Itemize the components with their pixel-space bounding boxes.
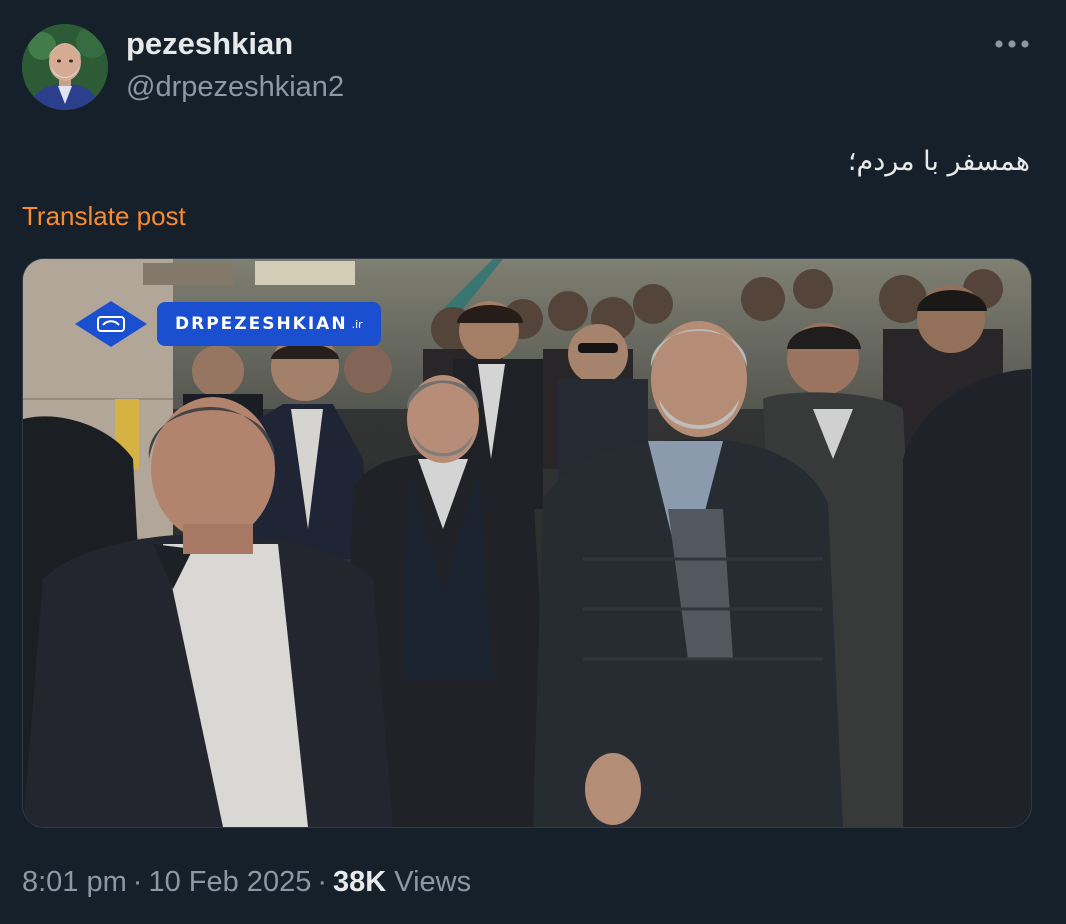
display-name[interactable]: pezeshkian: [126, 26, 293, 62]
translate-post-link[interactable]: Translate post: [22, 200, 186, 232]
more-options-button[interactable]: [984, 24, 1040, 64]
views-label: Views: [394, 866, 472, 898]
more-dots-icon: [995, 40, 1029, 48]
post-meta: 8:01 pm · 10 Feb 2025 · 38K Views: [22, 864, 471, 900]
post-time[interactable]: 8:01 pm: [22, 866, 127, 898]
profile-photo-icon: [22, 24, 108, 110]
post-text: همسفر با مردم؛: [847, 146, 1030, 177]
avatar[interactable]: [22, 24, 108, 110]
watermark-text: DRPEZESHKIAN: [175, 314, 348, 334]
meta-separator: ·: [132, 866, 143, 898]
meta-separator-2: ·: [317, 866, 327, 898]
post-date[interactable]: 10 Feb 2025: [148, 866, 311, 898]
watermark-emblem-icon: [75, 301, 147, 347]
post-media[interactable]: DRPEZESHKIAN .ir: [22, 258, 1032, 828]
media-watermark: DRPEZESHKIAN .ir: [75, 301, 381, 347]
watermark-tld: .ir: [351, 317, 363, 331]
user-handle[interactable]: @drpezeshkian2: [126, 70, 344, 104]
views-count: 38K: [333, 866, 387, 898]
watermark-label: DRPEZESHKIAN .ir: [157, 302, 381, 346]
tweet: pezeshkian @drpezeshkian2 همسفر با مردم؛…: [0, 0, 1066, 924]
